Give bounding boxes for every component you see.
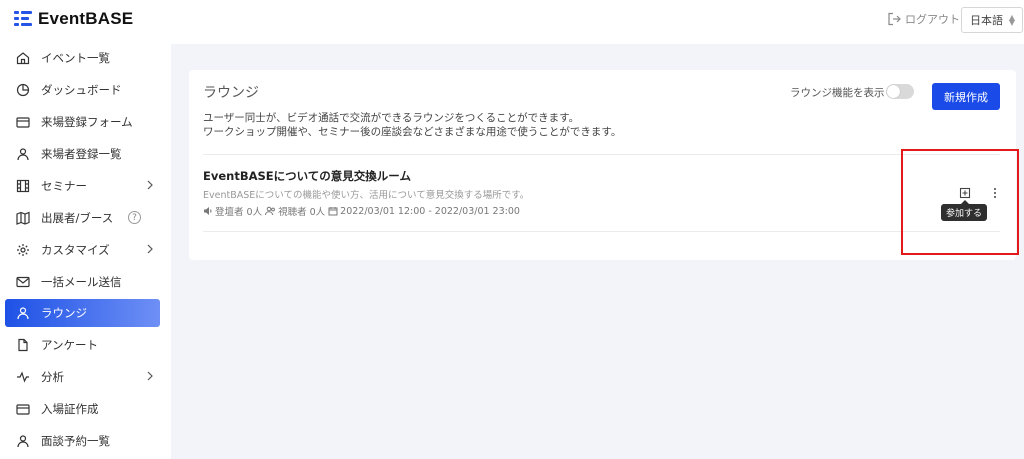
mail-icon — [16, 275, 30, 289]
lounge-description: ユーザー同士が、ビデオ通話で交流ができるラウンジをつくることができます。 ワーク… — [203, 112, 622, 138]
activity-icon — [16, 370, 30, 384]
chevron-right-icon — [147, 371, 153, 381]
chevron-right-icon — [147, 180, 153, 190]
speaker-count: 登壇者 0人 — [215, 207, 263, 218]
sidebar-item-lounge[interactable]: ラウンジ — [5, 299, 160, 327]
app-name: EventBASE — [38, 9, 134, 28]
select-caret-icon: ▲ ▼ — [1008, 13, 1015, 27]
user-icon — [16, 147, 30, 161]
app-logo[interactable]: EventBASE — [14, 9, 133, 29]
map-icon — [16, 211, 30, 225]
sidebar-item-survey[interactable]: アンケート — [5, 331, 160, 359]
chevron-right-icon — [147, 244, 153, 254]
sidebar-item-meeting-reservations[interactable]: 面談予約一覧 — [5, 427, 160, 455]
sidebar-item-exhibitors[interactable]: 出展者/ブース ? — [5, 204, 160, 232]
user-icon — [16, 434, 30, 448]
help-icon[interactable]: ? — [128, 211, 141, 224]
language-value: 日本語 — [970, 14, 1003, 27]
room-period: 2022/03/01 12:00 - 2022/03/01 23:00 — [340, 205, 520, 217]
sidebar-item-bulk-mail[interactable]: 一括メール送信 — [5, 268, 160, 296]
pie-chart-icon — [16, 83, 30, 97]
card-icon — [16, 402, 30, 416]
eventbase-logo-icon — [14, 10, 32, 28]
sidebar-item-registration-form[interactable]: 来場登録フォーム — [5, 108, 160, 136]
calendar-icon — [328, 207, 338, 216]
sidebar-item-seminar[interactable]: セミナー — [5, 172, 160, 200]
lounge-toggle-label: ラウンジ機能を表示 — [790, 87, 885, 99]
home-icon — [16, 51, 30, 65]
document-icon — [16, 338, 30, 352]
gear-icon — [16, 243, 30, 257]
user-icon — [16, 306, 30, 320]
annotation-highlight-box — [901, 149, 1019, 255]
page-title: ラウンジ — [203, 85, 259, 101]
logout-label: ログアウト — [905, 13, 960, 26]
divider — [203, 154, 1000, 155]
viewers-icon — [265, 206, 275, 216]
logout-button[interactable]: ログアウト — [887, 11, 960, 27]
room-meta: 登壇者 0人 視聴者 0人 2022/03/01 12:00 - 2022/03… — [203, 204, 523, 218]
sidebar-item-customize[interactable]: カスタマイズ — [5, 236, 160, 264]
film-icon — [16, 179, 30, 193]
viewer-count: 視聴者 0人 — [278, 207, 326, 218]
create-new-button[interactable]: 新規作成 — [932, 83, 1000, 110]
sidebar-item-analytics[interactable]: 分析 — [5, 363, 160, 391]
lounge-visibility-toggle[interactable] — [886, 84, 914, 99]
top-bar: EventBASE ログアウト 日本語 ▲ ▼ — [0, 0, 1024, 44]
sidebar: イベント一覧 ダッシュボード 来場登録フォーム 来場者登録一覧 セミナー 出展者… — [0, 44, 171, 459]
sidebar-item-visitor-list[interactable]: 来場者登録一覧 — [5, 140, 160, 168]
form-icon — [16, 115, 30, 129]
language-select[interactable]: 日本語 ▲ ▼ — [961, 7, 1023, 33]
room-description: EventBASEについての機能や使い方、活用について意見交換する場所です。 — [203, 190, 530, 201]
sidebar-item-dashboard[interactable]: ダッシュボード — [5, 76, 160, 104]
sidebar-item-admission-badge[interactable]: 入場証作成 — [5, 395, 160, 423]
divider — [203, 231, 1000, 232]
lounge-card: ラウンジ ラウンジ機能を表示 新規作成 ユーザー同士が、ビデオ通話で交流ができる… — [189, 70, 1016, 260]
sidebar-item-event-list[interactable]: イベント一覧 — [5, 44, 160, 72]
speaker-icon — [204, 207, 212, 215]
logout-icon — [888, 12, 901, 26]
room-title[interactable]: EventBASEについての意見交換ルーム — [203, 168, 411, 184]
